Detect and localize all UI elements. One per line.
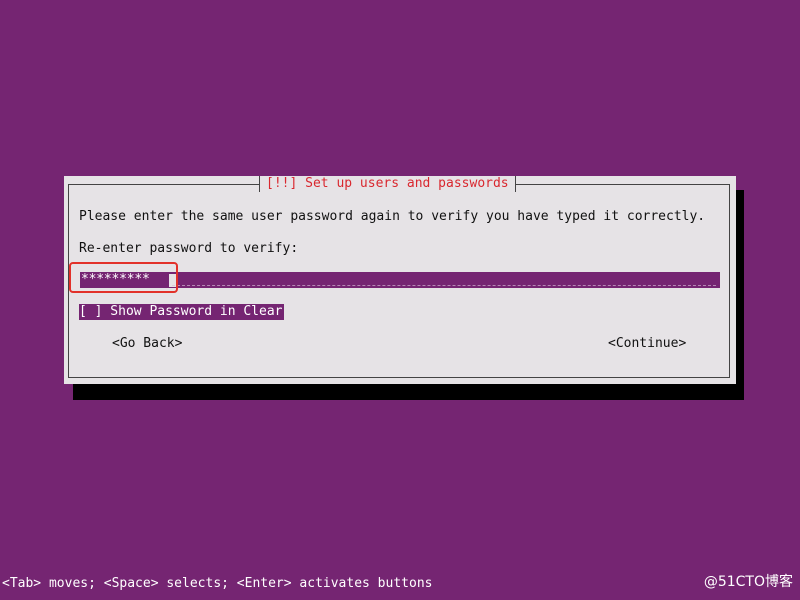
- re-enter-password-field[interactable]: *********: [80, 272, 720, 288]
- installer-screen: [!!] Set up users and passwords Please e…: [0, 0, 800, 600]
- continue-button[interactable]: <Continue>: [608, 336, 686, 352]
- password-field-underline: [172, 285, 716, 286]
- go-back-button[interactable]: <Go Back>: [112, 336, 182, 352]
- re-enter-password-label: Re-enter password to verify:: [79, 241, 299, 256]
- show-password-checkbox[interactable]: [ ] Show Password in Clear: [79, 304, 284, 320]
- keyboard-help-text: <Tab> moves; <Space> selects; <Enter> ac…: [2, 576, 433, 591]
- verification-instruction: Please enter the same user password agai…: [79, 209, 706, 224]
- dialog-title: [!!] Set up users and passwords: [259, 176, 516, 192]
- site-watermark: @51CTO博客: [703, 574, 793, 590]
- masked-password-value: *********: [81, 272, 150, 287]
- users-passwords-dialog: [!!] Set up users and passwords Please e…: [64, 176, 736, 384]
